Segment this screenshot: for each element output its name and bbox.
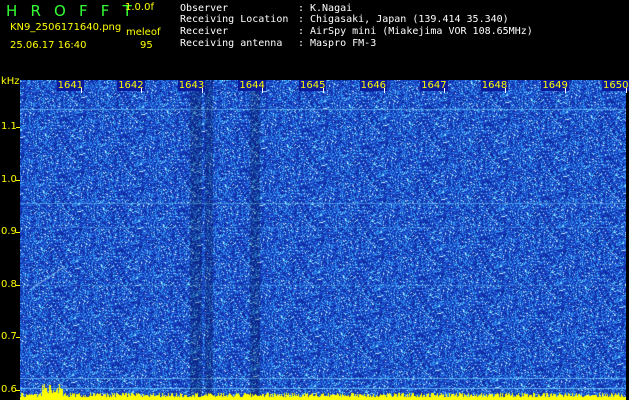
y-tick <box>16 284 20 286</box>
minute-tick <box>565 88 567 93</box>
minute-tick <box>444 88 446 93</box>
minute-tick <box>383 88 385 93</box>
count-label: 95 <box>140 40 153 51</box>
minute-tick <box>80 88 82 93</box>
y-tick <box>16 179 20 181</box>
info-sep: : <box>298 14 305 25</box>
minute-tick <box>262 88 264 93</box>
hroffft-window: H R O F F T 1.0.0f KN9_2506171640.png me… <box>0 0 629 400</box>
y-tick-label: 1.1 <box>1 121 17 133</box>
y-tick-label: 0.6 <box>1 383 17 395</box>
y-tick <box>16 127 20 129</box>
info-sep: : <box>298 26 305 37</box>
y-tick-label: 0.7 <box>1 331 17 343</box>
app-title: H R O F F T <box>6 2 136 20</box>
minute-tick <box>504 88 506 93</box>
info-value-location: Chigasaki, Japan (139.414 35.340) <box>310 14 509 25</box>
info-sep: : <box>298 38 305 49</box>
y-tick-label: 0.8 <box>1 278 17 290</box>
y-tick-label: 0.9 <box>1 226 17 238</box>
station-code-label: meleof <box>126 27 161 38</box>
y-tick-label: 1.0 <box>1 173 17 185</box>
minute-tick <box>626 88 627 93</box>
y-tick <box>16 232 20 234</box>
y-tick <box>16 337 20 339</box>
y-axis-unit: kHz <box>1 76 20 87</box>
y-tick <box>16 389 20 391</box>
minute-tick <box>141 88 143 93</box>
minute-tick <box>201 88 203 93</box>
version-label: 1.0.0f <box>125 2 154 13</box>
minute-tick <box>323 88 324 93</box>
filename-label: KN9_2506171640.png <box>10 22 122 33</box>
minute-label: 1650 <box>602 80 629 91</box>
info-label-location: Receiving Location <box>180 14 289 25</box>
info-label-receiver: Receiver <box>180 26 229 37</box>
info-value-antenna: Maspro FM-3 <box>310 38 377 49</box>
info-value-receiver: AirSpy mini (Miakejima VOR 108.65MHz) <box>310 26 533 37</box>
datetime-label: 25.06.17 16:40 <box>10 40 87 51</box>
info-label-antenna: Receiving antenna <box>180 38 283 49</box>
spectrogram-canvas <box>20 80 626 400</box>
spectrogram <box>20 80 626 400</box>
